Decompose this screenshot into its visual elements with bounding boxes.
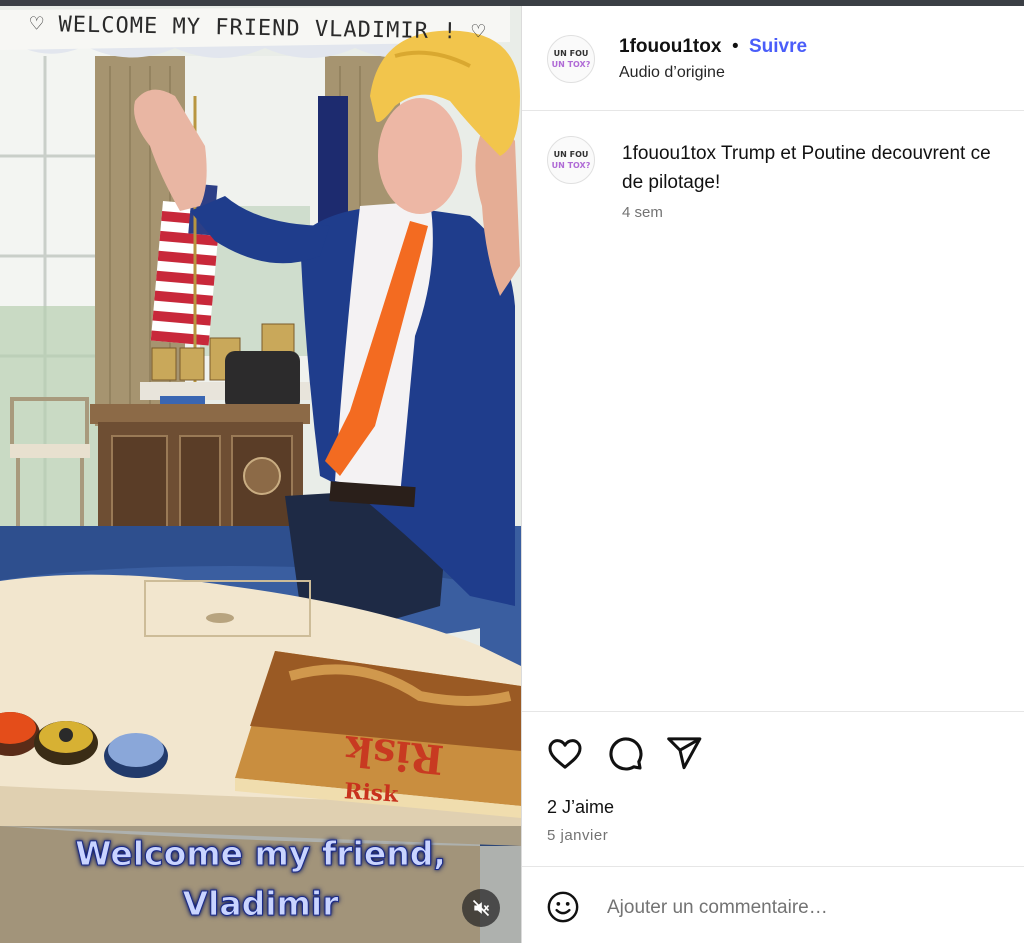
comment-divider <box>522 866 1024 867</box>
comment-button[interactable] <box>605 733 645 773</box>
comment-icon <box>609 737 643 771</box>
share-button[interactable] <box>664 733 704 773</box>
avatar-text-line-2: UN TOX? <box>551 60 591 69</box>
smiley-icon <box>547 891 579 923</box>
caption-line-2: de pilotage! <box>622 172 721 193</box>
caption-timestamp[interactable]: 4 sem <box>622 204 663 221</box>
avatar-text-line-1: UN FOU <box>553 150 589 159</box>
emoji-button[interactable] <box>546 890 580 924</box>
video-subtitle-line-2: Vladimir <box>182 884 339 924</box>
caption-line-1: 1fouou1tox Trump et Poutine decouvrent c… <box>622 139 1024 168</box>
like-button[interactable] <box>545 733 585 773</box>
actions-divider <box>522 711 1024 712</box>
video-frame <box>0 6 521 943</box>
likes-count[interactable]: 2 J’aime <box>547 797 614 818</box>
header-divider <box>522 110 1024 111</box>
audio-link[interactable]: Audio d’origine <box>619 64 725 82</box>
video-subtitle-line-1: Welcome my friend, <box>75 834 447 874</box>
caption-text: Trump et Poutine decouvrent ce <box>720 143 991 164</box>
separator-dot: • <box>732 36 739 57</box>
reel-video[interactable]: ♡ WELCOME MY FRIEND VLADIMIR ! ♡ Risk Ri… <box>0 6 521 943</box>
post-side-panel: UN FOU UN TOX? 1fouou1tox • Suivre Audio… <box>521 6 1024 943</box>
post-date: 5 janvier <box>547 827 609 844</box>
heart-icon <box>548 739 582 769</box>
author-username[interactable]: 1fouou1tox <box>619 36 721 58</box>
follow-button[interactable]: Suivre <box>749 36 807 58</box>
caption-username[interactable]: 1fouou1tox <box>622 143 716 164</box>
mute-button[interactable] <box>462 889 500 927</box>
caption-avatar[interactable]: UN FOU UN TOX? <box>547 136 595 184</box>
avatar-text-line-1: UN FOU <box>553 49 589 58</box>
send-icon <box>667 737 702 770</box>
comment-input[interactable] <box>607 893 1007 923</box>
volume-muted-icon <box>472 899 490 917</box>
avatar-text-line-2: UN TOX? <box>551 161 591 170</box>
author-avatar[interactable]: UN FOU UN TOX? <box>547 35 595 83</box>
risk-box-front-label: Risk <box>343 778 400 808</box>
